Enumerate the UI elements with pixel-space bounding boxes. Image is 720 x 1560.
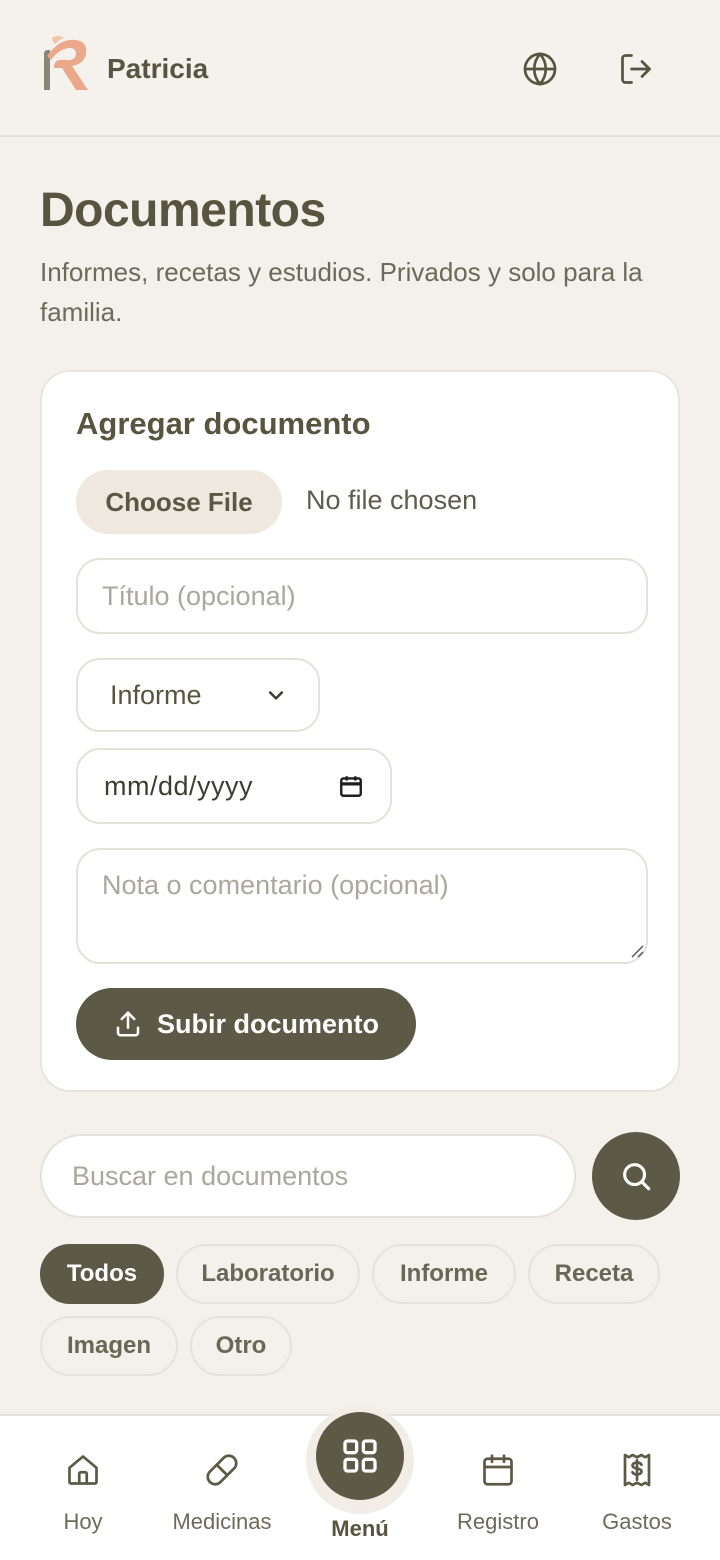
nav-label-hoy: Hoy [63, 1509, 103, 1534]
language-button[interactable] [516, 45, 564, 93]
filter-chip-receta[interactable]: Receta [528, 1244, 660, 1304]
logout-button[interactable] [612, 45, 660, 93]
date-placeholder: mm/dd/yyyy [104, 770, 254, 801]
nav-item-gastos[interactable]: Gastos [572, 1416, 702, 1560]
document-type-value: Informe [110, 679, 202, 710]
date-input[interactable]: mm/dd/yyyy [76, 748, 392, 824]
pill-icon [206, 1454, 238, 1486]
page-title: Documentos [40, 184, 326, 237]
upload-document-button[interactable]: Subir documento [76, 988, 416, 1060]
nav-item-menu[interactable] [316, 1412, 404, 1500]
filter-chip-otro[interactable]: Otro [190, 1316, 292, 1376]
calendar-icon[interactable] [338, 773, 364, 799]
upload-label: Subir documento [157, 1008, 379, 1039]
document-type-select[interactable]: Informe [76, 658, 320, 732]
filter-chip-informe[interactable]: Informe [372, 1244, 516, 1304]
nav-label-gastos: Gastos [602, 1509, 672, 1534]
search-input[interactable] [40, 1134, 576, 1218]
app-header: Patricia [0, 0, 720, 137]
home-icon [68, 1455, 98, 1485]
title-input[interactable] [76, 558, 648, 634]
search-icon [623, 1163, 651, 1191]
nav-item-registro[interactable]: Registro [433, 1416, 563, 1560]
logout-icon [621, 54, 651, 84]
receipt-icon [623, 1453, 651, 1487]
user-name: Patricia [107, 53, 209, 84]
calendar-icon [483, 1454, 513, 1486]
filter-chip-laboratorio[interactable]: Laboratorio [176, 1244, 360, 1304]
filter-chip-imagen[interactable]: Imagen [40, 1316, 178, 1376]
page-subtitle: Informes, recetas y estudios. Privados y… [40, 257, 643, 327]
globe-icon [523, 51, 557, 87]
add-document-card: Agregar documento Choose File No file ch… [40, 370, 680, 1092]
filter-chip-todos[interactable]: Todos [40, 1244, 164, 1304]
app-logo [38, 32, 94, 92]
chevron-down-icon [268, 691, 284, 700]
nav-label-menu: Menú [331, 1516, 389, 1541]
upload-icon [116, 1011, 140, 1037]
nav-item-medicinas[interactable]: Medicinas [157, 1416, 287, 1560]
file-status: No file chosen [306, 485, 478, 515]
choose-file-button[interactable]: Choose File [76, 470, 282, 534]
grid-icon [343, 1439, 377, 1473]
bottom-navigation: Hoy Medicinas Menú Registro Gastos [0, 1406, 720, 1560]
nav-label-medicinas: Medicinas [172, 1509, 272, 1534]
card-title: Agregar documento [76, 406, 371, 441]
nav-label-registro: Registro [457, 1509, 539, 1534]
note-textarea[interactable] [76, 848, 648, 964]
nav-item-hoy[interactable]: Hoy [18, 1416, 148, 1560]
resize-handle-icon[interactable] [628, 942, 644, 958]
search-button[interactable] [592, 1132, 680, 1220]
